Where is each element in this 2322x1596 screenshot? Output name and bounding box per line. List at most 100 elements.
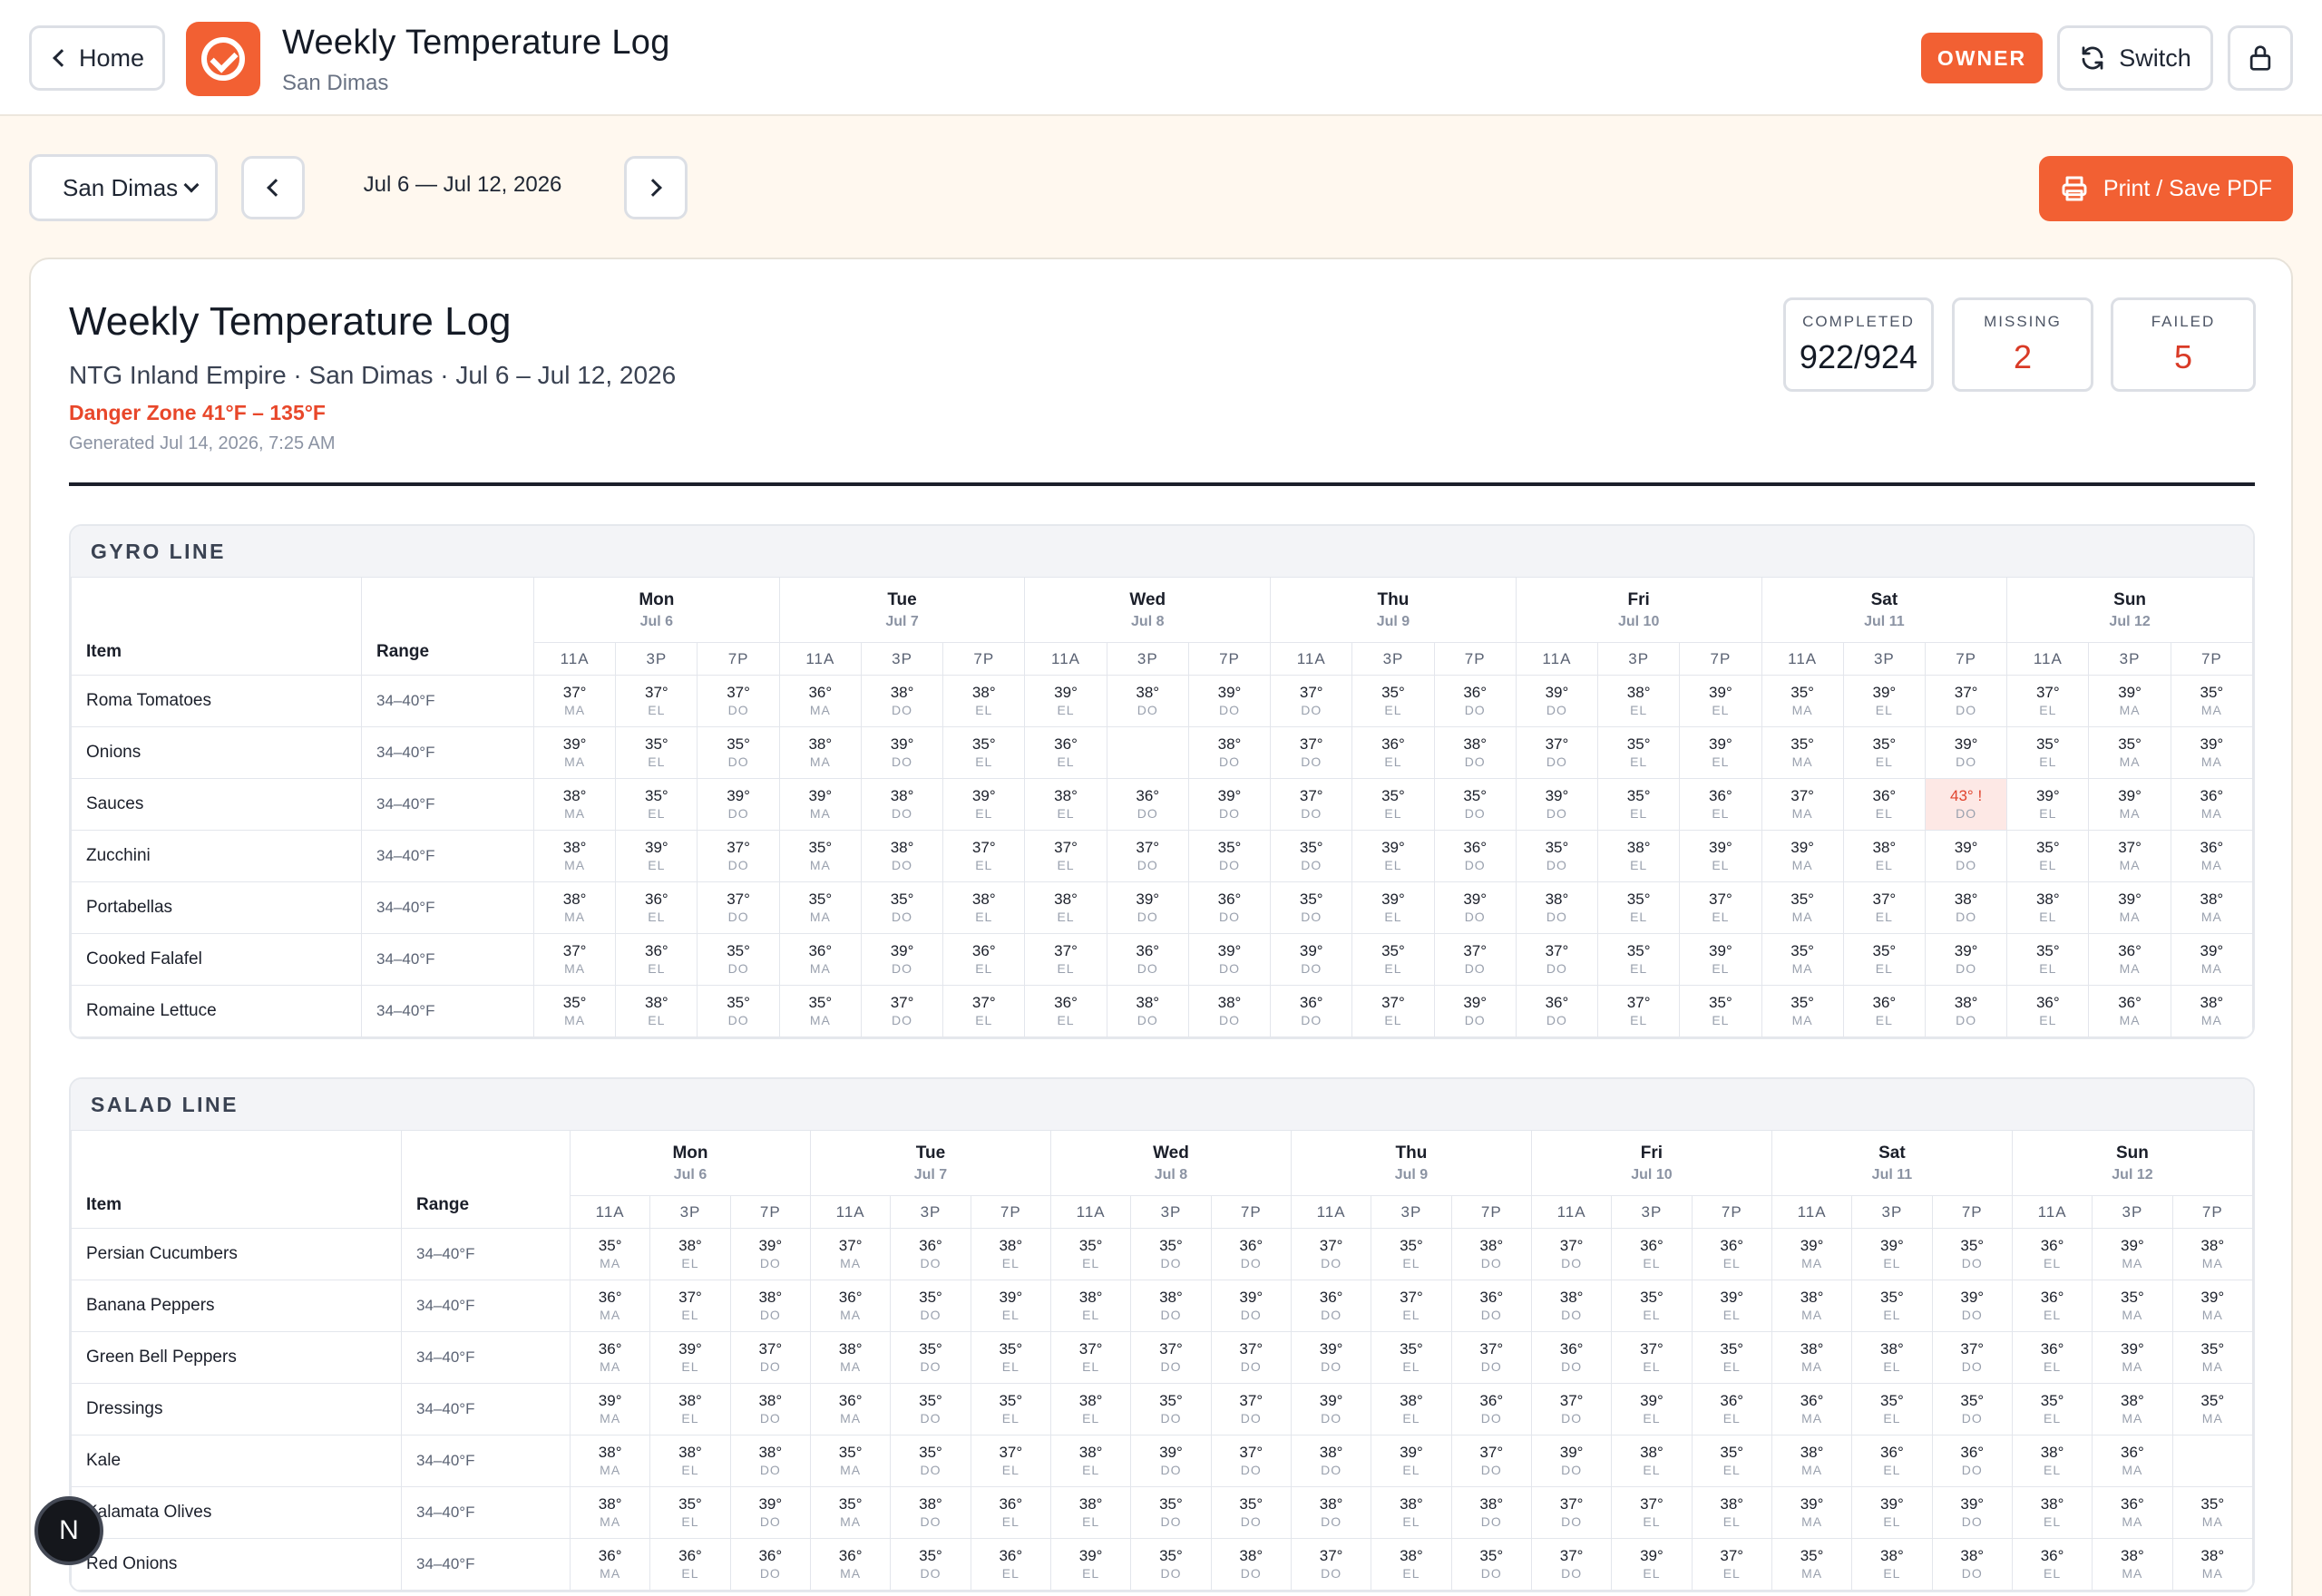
next-week-button[interactable] — [624, 156, 688, 219]
reading-temp: 35° — [1880, 1392, 1904, 1409]
day-name: Mon — [639, 589, 675, 609]
reading-temp: 36° — [1880, 1444, 1904, 1461]
reading-cell: 37° DO — [1515, 726, 1599, 779]
reading-initials: DO — [1301, 961, 1322, 976]
day-name: Fri — [1627, 589, 1650, 609]
home-button[interactable]: Home — [29, 25, 165, 91]
print-pdf-button[interactable]: Print / Save PDF — [2039, 156, 2293, 221]
reading-initials: MA — [600, 1566, 621, 1581]
reading-cell: 35° MA — [1761, 726, 1844, 779]
reading-temp: 38° — [999, 1237, 1023, 1254]
table-row: Banana Peppers 34–40°F 36° MA 37° EL 38° DO 36° M… — [71, 1280, 2253, 1332]
switch-button[interactable]: Switch — [2057, 25, 2213, 91]
reading-cell: 35° MA — [1761, 933, 1844, 986]
reading-temp: 38° — [1078, 1289, 1103, 1306]
reading-temp: 35° — [919, 1340, 942, 1358]
reading-cell: 39° DO — [1931, 1280, 2013, 1332]
reading-cell: 38° DO — [1290, 1486, 1372, 1539]
reading-temp: 38° — [598, 1495, 622, 1513]
reading-temp: 39° — [1709, 735, 1732, 753]
day-date: Jul 7 — [913, 1166, 948, 1182]
reading-cell: 37° DO — [1530, 1228, 1613, 1280]
reading-temp: 35° — [1800, 1547, 1824, 1564]
day-date: Jul 12 — [2109, 613, 2151, 629]
reading-temp: 37° — [999, 1444, 1023, 1461]
reading-cell: 36° DO — [1530, 1331, 1613, 1384]
reading-initials: DO — [920, 1566, 941, 1581]
reading-initials: DO — [759, 1256, 781, 1270]
time-slot-header: 11A — [532, 642, 617, 676]
reading-temp: 37° — [1319, 1547, 1343, 1564]
reading-cell: 39° DO — [1530, 1435, 1613, 1487]
check-circle-icon — [201, 37, 245, 81]
reading-initials: MA — [809, 754, 831, 769]
reading-cell: 39° MA — [778, 778, 862, 831]
reading-initials: MA — [600, 1308, 621, 1322]
section-title: SALAD LINE — [71, 1079, 2253, 1130]
section-salad-line: SALAD LINE Item Range Mon Jul 6 Tue Jul 7 Wed Ju… — [69, 1077, 2255, 1592]
reading-initials: EL — [1883, 1256, 1901, 1270]
stat-completed-label: COMPLETED — [1802, 313, 1915, 330]
reading-cell: 35° EL — [942, 726, 1026, 779]
day-date: Jul 8 — [1154, 1166, 1188, 1182]
reading-temp: 36° — [999, 1547, 1023, 1564]
day-name: Thu — [1395, 1143, 1428, 1163]
reading-temp: 35° — [1720, 1444, 1744, 1461]
reading-cell: 39° MA — [2088, 881, 2171, 934]
reading-temp: 36° — [2200, 839, 2224, 856]
reading-initials: MA — [2201, 1566, 2223, 1581]
reading-initials: EL — [648, 754, 666, 769]
item-name: Zucchini — [71, 830, 362, 882]
time-slot-header: 11A — [1270, 642, 1353, 676]
reading-cell: 38° EL — [649, 1435, 731, 1487]
location-select[interactable]: San Dimas — [29, 154, 218, 221]
reading-temp: 38° — [562, 787, 587, 804]
reading-initials: EL — [1082, 1411, 1100, 1426]
reading-temp: 38° — [2121, 1547, 2144, 1564]
lock-button[interactable] — [2228, 25, 2293, 91]
reading-cell: 35° EL — [1691, 1331, 1772, 1384]
reading-cell: 38° EL — [1611, 1435, 1693, 1487]
reading-initials: DO — [1561, 1566, 1583, 1581]
reading-initials: EL — [1630, 806, 1648, 821]
reading-temp: 39° — [1954, 942, 1978, 959]
reading-temp: 39° — [1709, 839, 1732, 856]
reading-cell: 35° MA — [532, 985, 617, 1037]
reading-cell: 35° MA — [778, 830, 862, 882]
item-range: 34–40°F — [401, 1486, 571, 1539]
chevron-left-icon — [267, 179, 285, 197]
day-name: Tue — [887, 589, 917, 609]
reading-initials: DO — [1464, 1013, 1486, 1027]
app-logo — [186, 22, 260, 96]
reading-cell: 38° EL — [1597, 675, 1681, 727]
day-column-header: Wed Jul 8 — [1024, 577, 1272, 643]
reading-temp: 37° — [1640, 1340, 1663, 1358]
reading-temp: 35° — [1872, 942, 1897, 959]
reading-cell: 36° EL — [615, 881, 698, 934]
reading-initials: MA — [600, 1411, 621, 1426]
reading-initials: DO — [1321, 1514, 1342, 1529]
reading-cell: 36° EL — [1851, 1435, 1933, 1487]
reading-cell: 36° DO — [1270, 985, 1353, 1037]
chevron-right-icon — [644, 179, 662, 197]
dev-tools-badge[interactable]: N — [34, 1496, 103, 1565]
reading-temp: 37° — [1319, 1237, 1343, 1254]
prev-week-button[interactable] — [241, 156, 305, 219]
reading-initials: EL — [1082, 1308, 1100, 1322]
table-row: Cooked Falafel 34–40°F 37° MA 36° EL 35° DO 36° M… — [71, 933, 2253, 986]
reading-initials: EL — [1001, 1359, 1020, 1374]
reading-initials: MA — [564, 961, 586, 976]
reading-cell: 36° MA — [809, 1280, 892, 1332]
reading-temp: 35° — [1381, 787, 1405, 804]
reading-temp: 36° — [1463, 839, 1488, 856]
reading-cell: 36° MA — [1771, 1383, 1853, 1435]
reading-cell: 35° DO — [1433, 778, 1517, 831]
reading-initials: EL — [648, 703, 666, 717]
reading-cell: 39° MA — [2170, 933, 2253, 986]
reading-initials: MA — [1791, 703, 1813, 717]
time-slot-header: 3P — [2088, 642, 2171, 676]
reading-temp: 35° — [1159, 1392, 1183, 1409]
reading-temp: 37° — [727, 890, 750, 908]
reading-initials: EL — [1630, 961, 1648, 976]
reading-temp: 37° — [2118, 839, 2142, 856]
